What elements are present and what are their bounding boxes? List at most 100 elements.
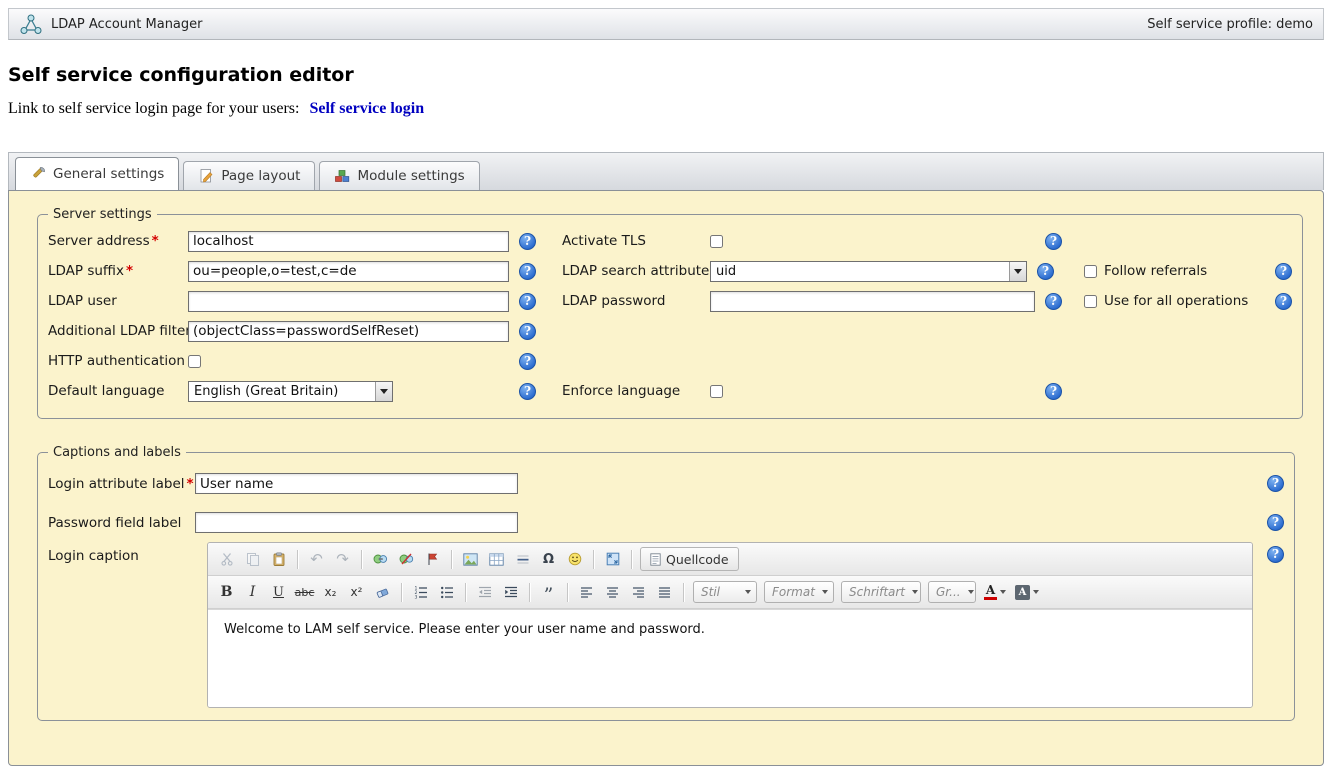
- tab-general-settings[interactable]: General settings: [15, 157, 179, 190]
- bulleted-list-icon: [440, 585, 454, 599]
- insert-table-button[interactable]: [484, 547, 509, 571]
- copy-button[interactable]: [240, 547, 265, 571]
- smiley-icon: [568, 552, 582, 566]
- help-icon[interactable]: ?: [519, 293, 536, 310]
- dropdown-arrow-icon: [375, 382, 392, 401]
- follow-referrals-checkbox[interactable]: [1084, 265, 1097, 278]
- anchor-button[interactable]: [420, 547, 445, 571]
- http-authentication-label: HTTP authentication: [48, 353, 188, 369]
- help-icon[interactable]: ?: [519, 323, 536, 340]
- tab-module-settings[interactable]: Module settings: [319, 161, 479, 190]
- enforce-language-checkbox[interactable]: [710, 385, 723, 398]
- help-icon[interactable]: ?: [1267, 546, 1284, 563]
- subscript-button[interactable]: x₂: [318, 580, 343, 604]
- font-size-dropdown[interactable]: Gr...: [928, 581, 976, 603]
- tab-page-layout[interactable]: Page layout: [183, 161, 315, 190]
- remove-link-button[interactable]: [394, 547, 419, 571]
- increase-indent-button[interactable]: [498, 580, 523, 604]
- svg-text:3: 3: [414, 595, 417, 599]
- server-settings-legend: Server settings: [48, 207, 157, 222]
- insert-link-button[interactable]: [368, 547, 393, 571]
- special-character-button[interactable]: Ω: [536, 547, 561, 571]
- chevron-down-icon: [968, 590, 974, 594]
- insert-image-button[interactable]: [458, 547, 483, 571]
- help-icon[interactable]: ?: [519, 263, 536, 280]
- default-language-select[interactable]: English (Great Britain): [188, 381, 393, 402]
- cut-button[interactable]: [214, 547, 239, 571]
- login-caption-textarea[interactable]: Welcome to LAM self service. Please ente…: [208, 609, 1252, 707]
- server-address-input[interactable]: [188, 231, 509, 252]
- http-authentication-checkbox[interactable]: [188, 355, 201, 368]
- redo-button[interactable]: ↷: [330, 547, 355, 571]
- background-color-button[interactable]: A: [1011, 580, 1043, 604]
- align-left-button[interactable]: [574, 580, 599, 604]
- maximize-button[interactable]: [600, 547, 625, 571]
- toolbar-separator: [401, 583, 402, 602]
- help-icon[interactable]: ?: [519, 233, 536, 250]
- bulleted-list-button[interactable]: [434, 580, 459, 604]
- login-attribute-input[interactable]: [195, 473, 518, 494]
- align-center-button[interactable]: [600, 580, 625, 604]
- decrease-indent-button[interactable]: [472, 580, 497, 604]
- app-title: LDAP Account Manager: [51, 17, 203, 32]
- numbered-list-button[interactable]: 123: [408, 580, 433, 604]
- ldap-search-attribute-select[interactable]: uid: [710, 261, 1027, 282]
- blockquote-button[interactable]: ”: [536, 580, 561, 604]
- use-for-all-operations-checkbox[interactable]: [1084, 295, 1097, 308]
- superscript-button[interactable]: x²: [344, 580, 369, 604]
- font-size-dropdown-label: Gr...: [936, 585, 961, 599]
- help-icon[interactable]: ?: [1045, 383, 1062, 400]
- password-field-input[interactable]: [195, 512, 518, 533]
- help-icon[interactable]: ?: [1275, 293, 1292, 310]
- align-right-button[interactable]: [626, 580, 651, 604]
- chevron-down-icon: [912, 590, 918, 594]
- tab-label: Page layout: [221, 168, 300, 184]
- horizontal-rule-button[interactable]: [510, 547, 535, 571]
- strikethrough-button[interactable]: abc: [292, 580, 317, 604]
- modules-icon: [334, 168, 350, 184]
- table-icon: [489, 553, 504, 566]
- additional-ldap-filter-label: Additional LDAP filter: [48, 323, 188, 339]
- tab-label: General settings: [53, 166, 164, 182]
- font-dropdown[interactable]: Schriftart: [841, 581, 921, 603]
- enforce-language-label: Enforce language: [562, 383, 710, 399]
- self-service-login-link[interactable]: Self service login: [309, 100, 424, 117]
- ldap-password-input[interactable]: [710, 291, 1035, 312]
- help-icon[interactable]: ?: [519, 353, 536, 370]
- editor-toolbar-top: ↶ ↷ Ω Quellc: [208, 543, 1252, 576]
- required-marker: *: [187, 476, 194, 492]
- help-icon[interactable]: ?: [1045, 293, 1062, 310]
- help-icon[interactable]: ?: [519, 383, 536, 400]
- italic-button[interactable]: I: [240, 580, 265, 604]
- paste-button[interactable]: [266, 547, 291, 571]
- label-text: LDAP suffix: [48, 263, 124, 279]
- styles-dropdown[interactable]: Stil: [693, 581, 757, 603]
- additional-ldap-filter-input[interactable]: [188, 321, 509, 342]
- source-button[interactable]: Quellcode: [640, 547, 739, 571]
- text-color-button[interactable]: A: [980, 580, 1010, 604]
- underline-button[interactable]: U: [266, 580, 291, 604]
- help-icon[interactable]: ?: [1267, 475, 1284, 492]
- ldap-suffix-input[interactable]: [188, 261, 509, 282]
- help-icon[interactable]: ?: [1267, 514, 1284, 531]
- bold-button[interactable]: B: [214, 580, 239, 604]
- ldap-user-input[interactable]: [188, 291, 509, 312]
- background-color-icon: A: [1015, 585, 1030, 600]
- undo-button[interactable]: ↶: [304, 547, 329, 571]
- login-caption-label: Login caption: [48, 542, 195, 564]
- image-icon: [463, 553, 478, 566]
- help-icon[interactable]: ?: [1275, 263, 1292, 280]
- help-icon[interactable]: ?: [1037, 263, 1054, 280]
- format-dropdown[interactable]: Format: [764, 581, 834, 603]
- help-icon[interactable]: ?: [1045, 233, 1062, 250]
- remove-format-button[interactable]: [370, 580, 395, 604]
- activate-tls-checkbox[interactable]: [710, 235, 723, 248]
- ldap-user-label: LDAP user: [48, 293, 188, 309]
- ldap-suffix-row: LDAP suffix* ? LDAP search attribute uid…: [48, 256, 1292, 286]
- smiley-button[interactable]: [562, 547, 587, 571]
- lam-logo-icon: [19, 13, 43, 35]
- justify-button[interactable]: [652, 580, 677, 604]
- toolbar-separator: [683, 583, 684, 602]
- use-for-all-operations-label: Use for all operations: [1104, 293, 1248, 309]
- styles-dropdown-label: Stil: [701, 585, 720, 599]
